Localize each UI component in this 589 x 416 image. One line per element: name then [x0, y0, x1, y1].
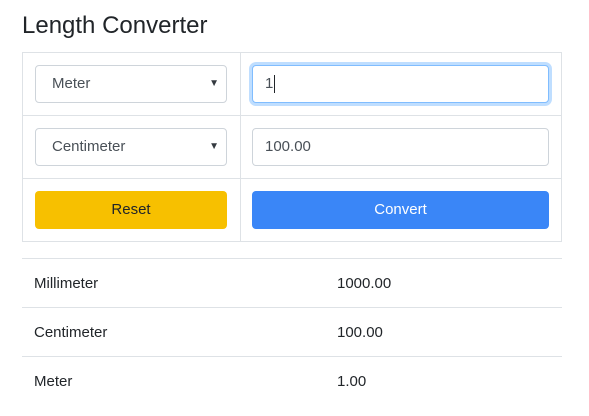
result-row-meter: Meter 1.00 — [22, 356, 562, 405]
to-value-input[interactable]: 100.00 — [252, 128, 549, 166]
from-unit-label: Meter — [52, 75, 91, 92]
result-unit: Meter — [34, 373, 73, 390]
to-row: Centimeter ▼ 100.00 — [23, 116, 561, 179]
actions-row: Reset Convert — [23, 179, 561, 241]
result-row-millimeter: Millimeter 1000.00 — [22, 258, 562, 307]
converter-form: Meter ▼ 1 Centimeter ▼ 100.00 Reset Conv… — [22, 52, 562, 242]
from-value-text: 1 — [265, 75, 274, 92]
convert-button[interactable]: Convert — [252, 191, 549, 229]
to-unit-label: Centimeter — [52, 138, 126, 155]
reset-button[interactable]: Reset — [35, 191, 227, 229]
caret-down-icon: ▼ — [209, 78, 219, 89]
results-table: Millimeter 1000.00 Centimeter 100.00 Met… — [22, 258, 562, 405]
from-row: Meter ▼ 1 — [23, 53, 561, 116]
page-title: Length Converter — [22, 12, 208, 39]
result-row-centimeter: Centimeter 100.00 — [22, 307, 562, 356]
result-unit: Millimeter — [34, 275, 99, 292]
caret-down-icon: ▼ — [209, 141, 219, 152]
result-value: 1.00 — [337, 373, 367, 390]
result-unit: Centimeter — [34, 324, 108, 341]
result-value: 100.00 — [337, 324, 383, 341]
text-cursor — [274, 75, 276, 94]
result-value: 1000.00 — [337, 275, 392, 292]
to-value-text: 100.00 — [265, 138, 311, 155]
length-converter-page: Length Converter Meter ▼ 1 Centimeter ▼ … — [0, 0, 589, 416]
from-value-input[interactable]: 1 — [252, 65, 549, 103]
from-unit-select[interactable]: Meter ▼ — [35, 65, 227, 103]
to-unit-select[interactable]: Centimeter ▼ — [35, 128, 227, 166]
